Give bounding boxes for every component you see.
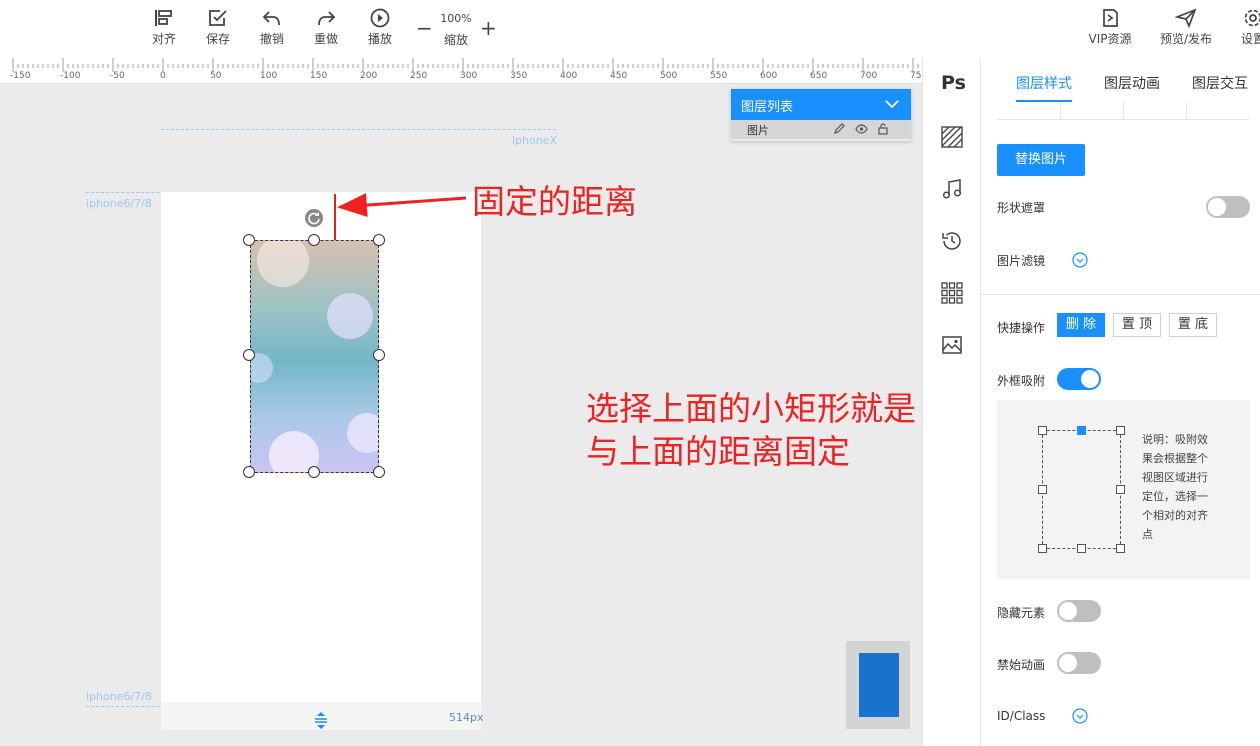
music-icon[interactable] [941,178,963,200]
tool-icon-column: Ps [922,58,980,746]
anchor-middle-right[interactable] [1116,485,1125,494]
delete-button[interactable]: 删 除 [1057,313,1105,337]
history-icon[interactable] [941,230,963,252]
scrolled-icon-strip [997,102,1249,120]
tab-layer-animation[interactable]: 图层动画 [1104,73,1160,93]
snap-frame-toggle[interactable] [1057,368,1101,390]
send-to-bottom-button[interactable]: 置 底 [1169,313,1217,337]
anchor-middle-left[interactable] [1038,485,1047,494]
annotation-fixed-distance: 固定的距离 [472,182,637,221]
grid-icon[interactable] [941,282,963,304]
disable-animation-label: 禁始动画 [997,658,1046,672]
annotation-note-line1: 选择上面的小矩形就是 [586,389,916,428]
bring-to-top-button[interactable]: 置 顶 [1113,313,1161,337]
photoshop-icon[interactable]: Ps [941,72,966,94]
disable-animation-toggle[interactable] [1057,652,1101,674]
image-filter-expand-icon[interactable] [1072,252,1088,268]
anchor-top-left[interactable] [1038,426,1047,435]
anchor-bottom-left[interactable] [1038,544,1047,553]
id-class-expand-icon[interactable] [1072,708,1088,724]
anchor-description: 说明：吸附效果会根据整个视图区域进行定位，选择一个相对的对齐点 [1142,433,1208,541]
hide-element-toggle[interactable] [1057,600,1101,622]
snap-frame-label: 外框吸附 [997,374,1046,388]
section-divider [981,294,1260,295]
image-icon[interactable] [941,334,963,356]
image-filter-label: 图片滤镜 [997,254,1046,268]
properties-panel: 图层样式 图层动画 图层交互 替换图片 形状遮罩 图片滤镜 快捷操作 删 除 置… [980,58,1260,746]
tab-layer-style[interactable]: 图层样式 [1016,73,1072,93]
annotation-note-line2: 与上面的距离固定 [586,432,850,471]
annotation-arrow-distance [337,193,467,218]
texture-icon[interactable] [941,126,963,148]
quick-actions-label: 快捷操作 [997,321,1046,335]
tab-layer-interaction[interactable]: 图层交互 [1192,73,1248,93]
shape-mask-label: 形状遮罩 [997,201,1046,215]
replace-image-button[interactable]: 替换图片 [997,144,1085,176]
anchor-frame [1042,430,1121,549]
anchor-selector: 说明：吸附效果会根据整个视图区域进行定位，选择一个相对的对齐点 [997,400,1250,579]
anchor-top-right[interactable] [1116,426,1125,435]
id-class-label: ID/Class [997,709,1046,723]
anchor-top-center[interactable] [1077,426,1086,435]
hide-element-label: 隐藏元素 [997,606,1046,620]
shape-mask-toggle[interactable] [1206,196,1250,218]
anchor-bottom-right[interactable] [1116,544,1125,553]
anchor-bottom-center[interactable] [1077,544,1086,553]
